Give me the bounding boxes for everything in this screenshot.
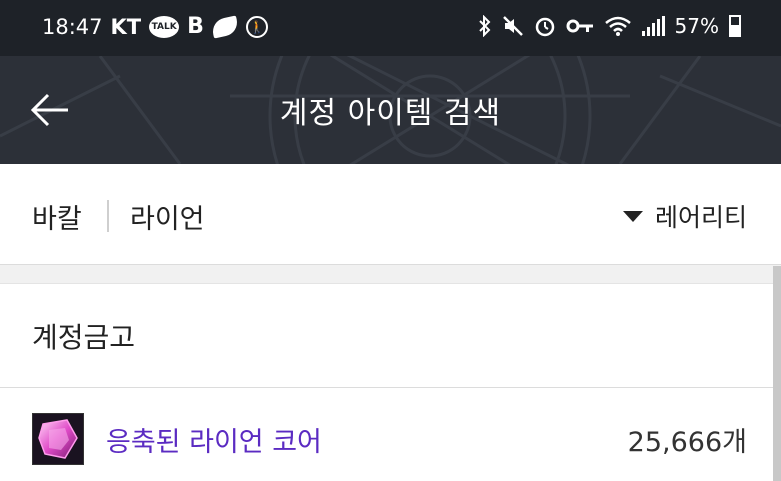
page-title: 계정 아이템 검색 <box>279 96 502 131</box>
walking-icon: 🚶 <box>245 15 268 38</box>
battery-percent: 57% <box>674 14 719 38</box>
server-label[interactable]: 바칼 <box>32 197 82 236</box>
section-title: 계정금고 <box>32 321 136 354</box>
status-left: 18:47 KT TALK B 🚶 <box>42 14 268 39</box>
item-core-icon <box>32 413 84 465</box>
section-gap <box>0 264 781 284</box>
key-icon <box>566 19 593 33</box>
carrier-label: KT <box>110 14 142 39</box>
wifi-icon <box>604 16 631 36</box>
kakaotalk-icon: TALK <box>149 15 180 38</box>
sort-dropdown[interactable]: 레어리티 <box>622 198 747 234</box>
divider <box>107 200 109 232</box>
dropdown-triangle-icon <box>622 210 643 222</box>
mute-icon <box>502 16 523 36</box>
scrollbar[interactable] <box>773 266 781 481</box>
status-bar: 18:47 KT TALK B 🚶 57% <box>0 0 781 56</box>
item-name: 응축된 라이언 코어 <box>106 427 322 458</box>
filter-row: 바칼 라이언 레어리티 <box>0 164 781 264</box>
battery-icon <box>729 15 741 37</box>
alarm-icon <box>535 17 554 37</box>
b-app-icon: B <box>187 14 204 39</box>
app-header: 계정 아이템 검색 <box>0 56 781 164</box>
bluetooth-icon <box>478 15 490 37</box>
sort-label: 레어리티 <box>654 203 747 232</box>
status-right: 57% <box>478 14 741 38</box>
signal-icon <box>641 16 665 36</box>
list-item[interactable]: 응축된 라이언 코어 25,666개 <box>0 388 781 481</box>
leaf-app-icon <box>210 14 240 39</box>
item-count: 25,666개 <box>627 427 747 458</box>
section-header: 계정금고 <box>0 284 781 388</box>
character-label[interactable]: 라이언 <box>130 197 205 236</box>
clock: 18:47 <box>42 14 103 39</box>
